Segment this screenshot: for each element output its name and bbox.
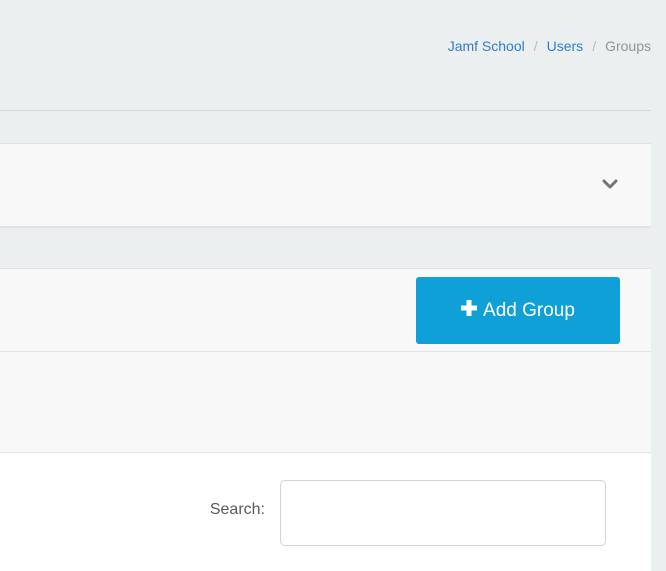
groups-panel: Add Group Search: [0,268,653,571]
plus-icon [461,298,478,320]
add-group-label: Add Group [483,299,575,321]
breadcrumb-separator: / [592,38,597,54]
page: Jamf School / Users / Groups Add Group Searc… [0,0,666,571]
page-edge [651,0,666,571]
panel-header: Add Group [0,269,652,352]
search-label: Search: [209,501,265,518]
add-group-button[interactable]: Add Group [416,277,620,344]
breadcrumb: Jamf School / Users / Groups [448,38,651,54]
filter-panel[interactable] [0,143,653,227]
breadcrumb-current: Groups [605,38,651,54]
breadcrumb-link-users[interactable]: Users [547,38,584,54]
chevron-down-icon[interactable] [602,177,618,191]
header-divider [0,110,651,111]
breadcrumb-separator: / [533,38,538,54]
breadcrumb-link-jamf-school[interactable]: Jamf School [448,38,525,54]
panel-subheader [0,352,652,453]
search-input[interactable] [280,480,606,546]
